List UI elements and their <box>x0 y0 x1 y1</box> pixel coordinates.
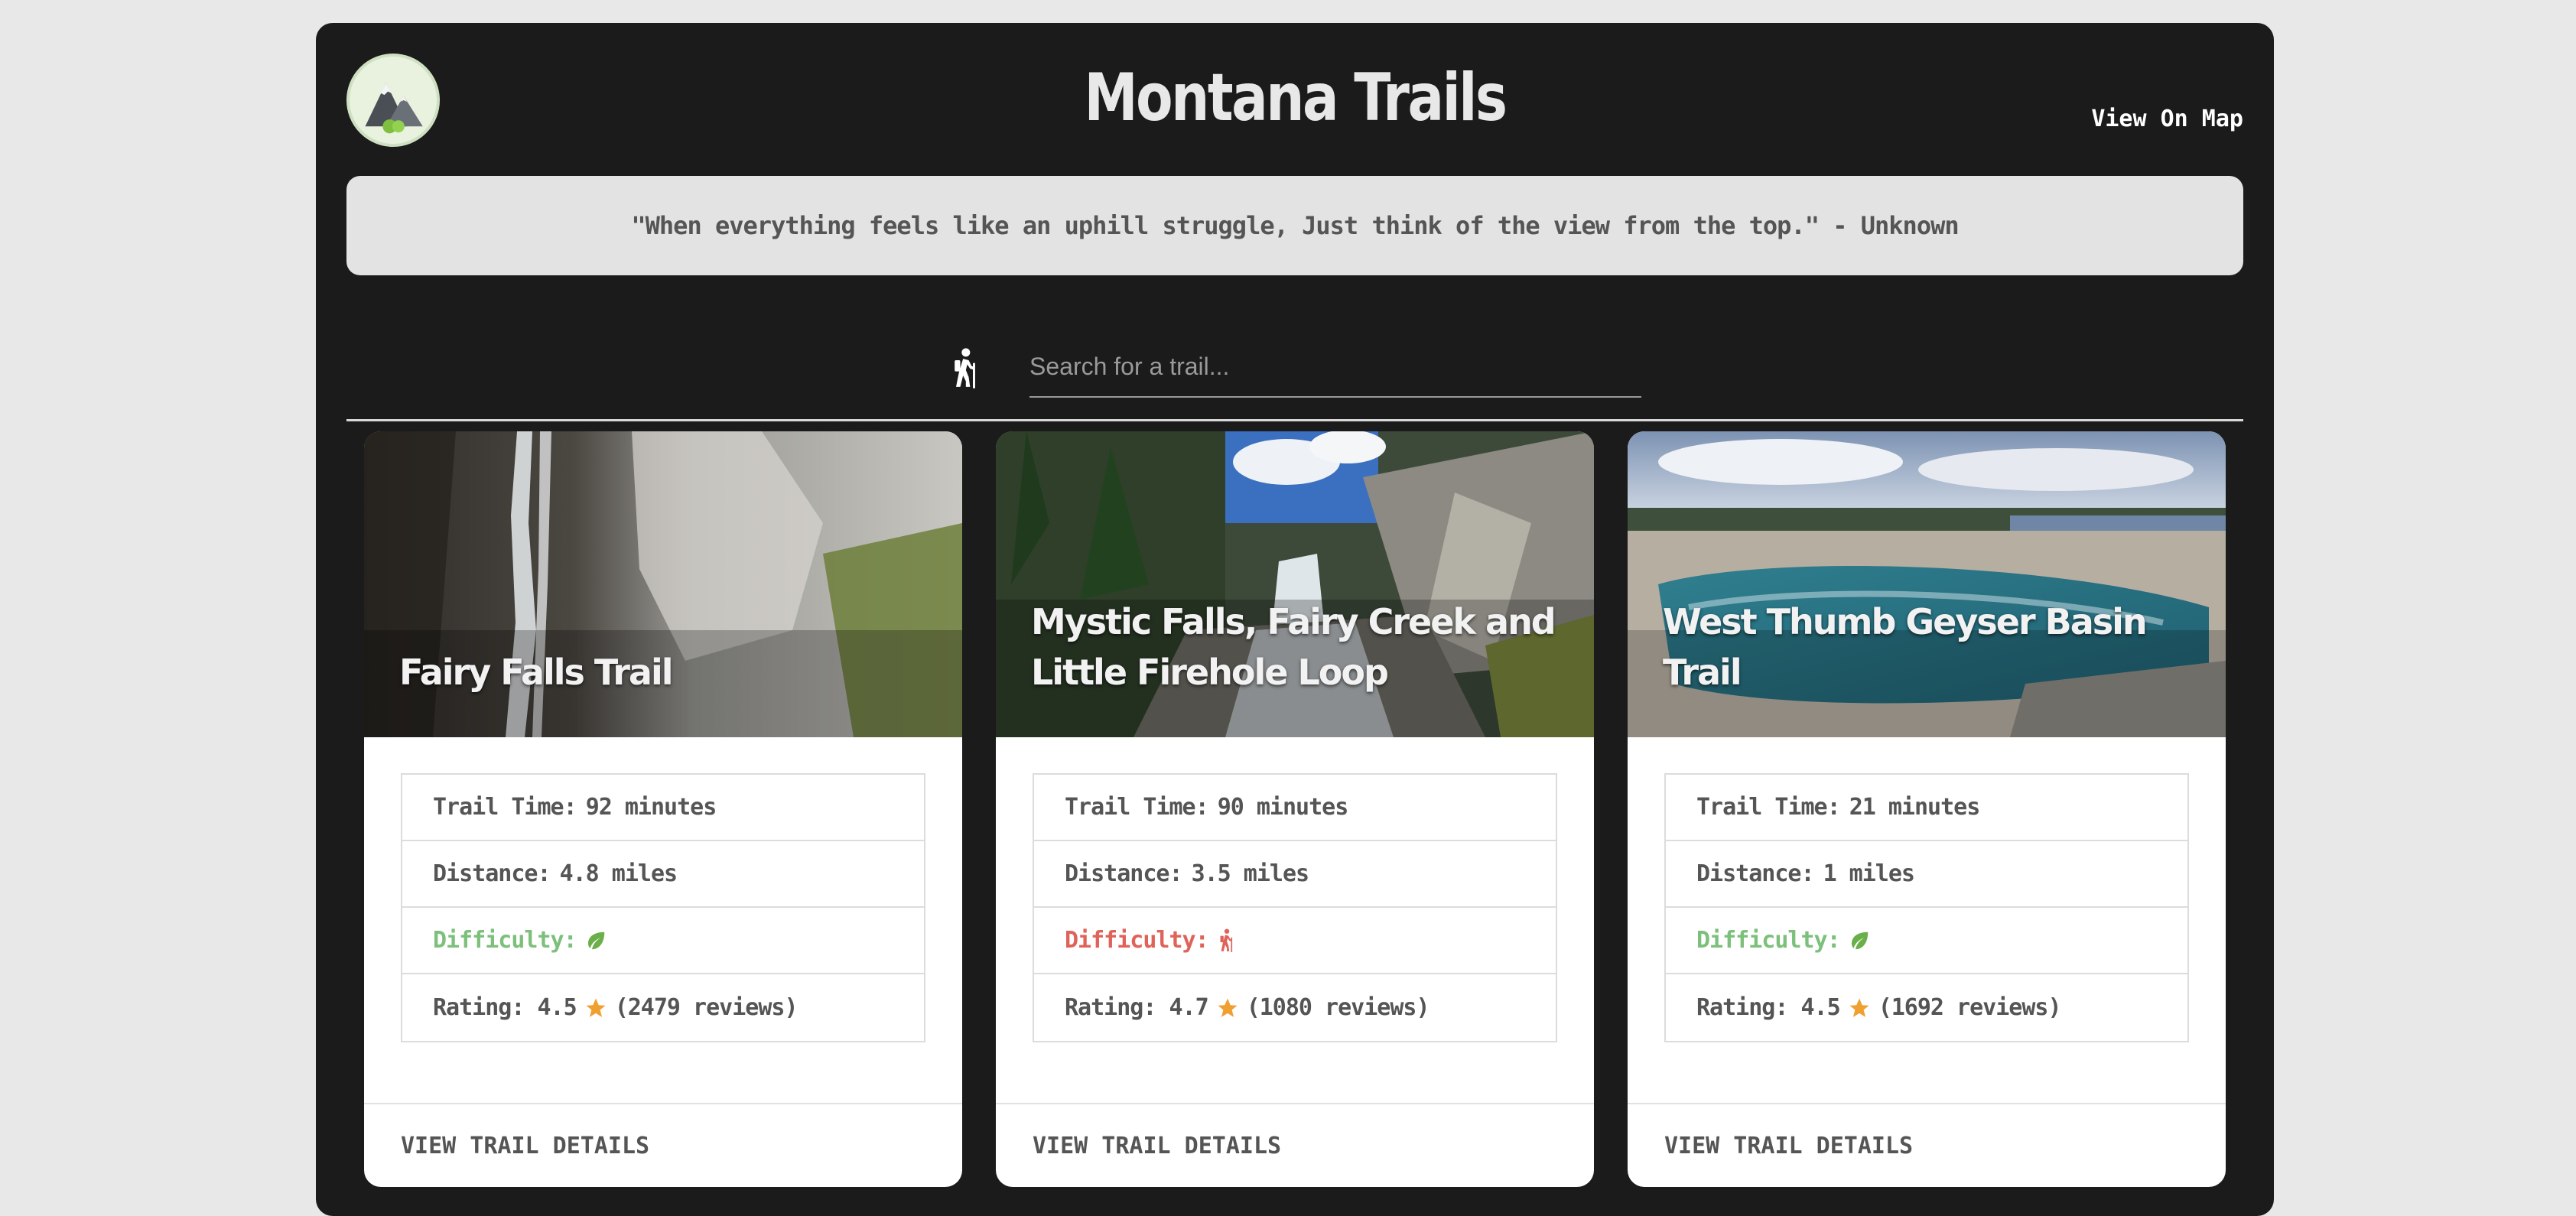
distance-value: 4.8 miles <box>559 860 678 887</box>
rating-value: 4.5 <box>537 994 577 1021</box>
trail-name: Fairy Falls Trail <box>399 652 674 693</box>
list-item: Trail Time: 90 minutes <box>1034 775 1556 841</box>
distance-value: 3.5 miles <box>1191 860 1310 887</box>
list-item: Distance: 4.8 miles <box>402 841 924 908</box>
difficulty-label: Difficulty: <box>1696 927 1841 954</box>
rating-label: Rating: <box>1696 994 1788 1021</box>
search-input[interactable] <box>1029 337 1641 398</box>
list-item: Difficulty: <box>402 908 924 974</box>
trail-time-label: Trail Time: <box>1696 794 1841 821</box>
view-trail-details-button[interactable]: VIEW TRAIL DETAILS <box>401 1133 649 1159</box>
list-item: Difficulty: <box>1666 908 2187 974</box>
mountain-logo-icon[interactable] <box>346 54 440 147</box>
rating-value: 4.5 <box>1800 994 1841 1021</box>
card-footer: VIEW TRAIL DETAILS <box>996 1103 1594 1187</box>
difficulty-label: Difficulty: <box>1065 927 1209 954</box>
trail-image[interactable]: West Thumb Geyser Basin Trail <box>1628 431 2226 737</box>
trail-time-value: 92 minutes <box>585 794 717 821</box>
rating-value: 4.7 <box>1169 994 1209 1021</box>
trail-info-list: Trail Time: 90 minutes Distance: 3.5 mil… <box>1033 773 1557 1042</box>
review-count: (2479 reviews) <box>614 994 798 1021</box>
view-trail-details-button[interactable]: VIEW TRAIL DETAILS <box>1033 1133 1281 1159</box>
list-item: Trail Time: 92 minutes <box>402 775 924 841</box>
list-item: Difficulty: <box>1034 908 1556 974</box>
trail-image[interactable]: Fairy Falls Trail <box>364 431 962 737</box>
difficulty-label: Difficulty: <box>433 927 577 954</box>
star-icon <box>1849 998 1869 1017</box>
trail-name: Mystic Falls, Fairy Creek and Little Fir… <box>1031 601 1556 693</box>
list-item: Distance: 1 miles <box>1666 841 2187 908</box>
trail-card: Fairy Falls Trail Trail Time: 92 minutes… <box>364 431 962 1187</box>
review-count: (1080 reviews) <box>1246 994 1430 1021</box>
leaf-icon <box>587 932 604 949</box>
hiker-icon <box>1220 928 1232 952</box>
distance-label: Distance: <box>1065 860 1183 887</box>
distance-value: 1 miles <box>1823 860 1915 887</box>
card-footer: VIEW TRAIL DETAILS <box>1628 1103 2226 1187</box>
view-on-map-link[interactable]: View On Map <box>2091 106 2243 132</box>
quote-banner: "When everything feels like an uphill st… <box>346 176 2243 275</box>
rating-label: Rating: <box>433 994 525 1021</box>
view-trail-details-button[interactable]: VIEW TRAIL DETAILS <box>1664 1133 1913 1159</box>
distance-label: Distance: <box>1696 860 1815 887</box>
leaf-icon <box>1851 932 1868 949</box>
search-bar <box>316 337 2274 398</box>
trail-info-list: Trail Time: 21 minutes Distance: 1 miles… <box>1664 773 2189 1042</box>
list-item: Rating: 4.5 (1692 reviews) <box>1666 974 2187 1041</box>
app-window: Montana Trails View On Map "When everyth… <box>316 23 2274 1216</box>
trail-name: West Thumb Geyser Basin Trail <box>1663 601 2148 693</box>
page-title: Montana Trails <box>1084 60 1508 136</box>
trail-time-label: Trail Time: <box>1065 794 1209 821</box>
list-item: Rating: 4.7 (1080 reviews) <box>1034 974 1556 1041</box>
trail-info-list: Trail Time: 92 minutes Distance: 4.8 mil… <box>401 773 925 1042</box>
rating-label: Rating: <box>1065 994 1156 1021</box>
list-item: Rating: 4.5 (2479 reviews) <box>402 974 924 1041</box>
star-icon <box>1218 998 1238 1017</box>
trail-card: Mystic Falls, Fairy Creek and Little Fir… <box>996 431 1594 1187</box>
trail-image[interactable]: Mystic Falls, Fairy Creek and Little Fir… <box>996 431 1594 737</box>
review-count: (1692 reviews) <box>1878 994 2062 1021</box>
trail-card: West Thumb Geyser Basin Trail Trail Time… <box>1628 431 2226 1187</box>
list-item: Distance: 3.5 miles <box>1034 841 1556 908</box>
distance-label: Distance: <box>433 860 551 887</box>
header: Montana Trails View On Map <box>316 23 2274 176</box>
trail-time-label: Trail Time: <box>433 794 577 821</box>
trail-time-value: 90 minutes <box>1217 794 1349 821</box>
star-icon <box>586 998 606 1017</box>
divider <box>346 419 2243 421</box>
list-item: Trail Time: 21 minutes <box>1666 775 2187 841</box>
card-footer: VIEW TRAIL DETAILS <box>364 1103 962 1187</box>
trail-time-value: 21 minutes <box>1849 794 1981 821</box>
hiker-icon <box>955 348 975 389</box>
